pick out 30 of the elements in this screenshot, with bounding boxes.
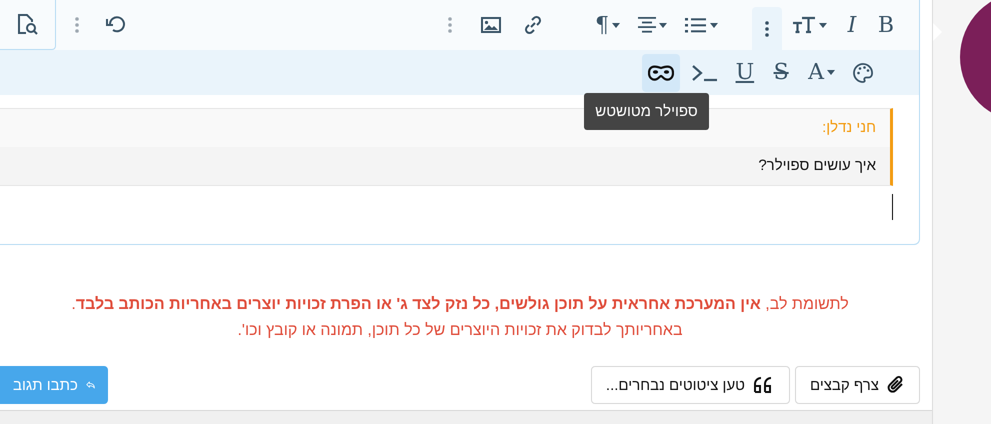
bold-button[interactable]: B [871, 7, 901, 43]
more-icon [448, 17, 452, 33]
format-button[interactable]: U [730, 54, 760, 90]
document-search-icon [16, 14, 38, 36]
format-button[interactable]: S [766, 54, 796, 90]
more-icon [765, 20, 769, 36]
paperclip-icon [887, 375, 905, 395]
list-icon [685, 17, 707, 33]
text-cursor [892, 194, 893, 220]
format-button[interactable]: A [802, 54, 841, 90]
mask-icon [648, 64, 674, 82]
notice-text: לתשומת לב, אין המערכת אחראית על תוכן גולשים, כל נזק לצד ג' או הפרת זכויות יוצרים באחריות הכותב בלבד. [70, 295, 850, 315]
align-icon [638, 17, 656, 33]
link-icon [523, 15, 543, 35]
quote-text: איך עושים ספוילר? [758, 157, 876, 174]
quote-author: חני נדלן: [822, 119, 876, 136]
tooltip: ספוילר מטושטש [584, 93, 709, 130]
terminal-icon [692, 64, 718, 82]
palette-icon [853, 62, 873, 82]
undo-icon [106, 15, 126, 35]
toolbar-button[interactable] [642, 54, 680, 92]
image-icon [481, 17, 501, 33]
attach-files-button[interactable]: צרף קבצים [794, 366, 920, 404]
load-quotes-button[interactable]: טען ציטוטים נבחרים... [590, 366, 790, 404]
notice-text: באחריותך לבדוק את זכויות היוצרים של כל תוכן, תמונה או קובץ וכו'. [236, 321, 684, 341]
italic-button[interactable]: I [837, 7, 867, 43]
paragraph-button[interactable]: ¶ [589, 7, 626, 43]
more-icon [75, 17, 79, 33]
preview-button[interactable] [0, 0, 56, 50]
text-size-icon [792, 15, 816, 35]
